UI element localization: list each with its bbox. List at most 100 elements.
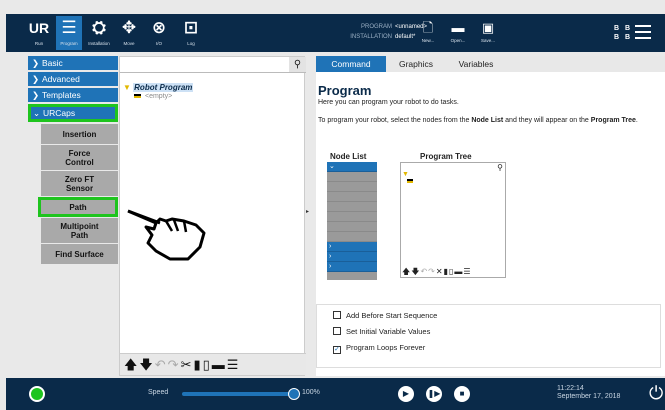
nav-basic[interactable]: ❯ Basic [28, 56, 118, 70]
speed-slider-track[interactable] [182, 392, 296, 396]
node-list-collapsed-row: › [327, 252, 377, 262]
hamburger-menu-icon[interactable] [635, 25, 651, 43]
suppress-icon: ☰ [463, 267, 472, 276]
option-loops-forever[interactable]: ✓ Program Loops Forever [333, 343, 425, 354]
instr-program-tree: Program Tree [590, 117, 636, 124]
nav-templates[interactable]: ❯ Templates [28, 88, 118, 102]
clock: 11:22:14 September 17, 2018 [557, 385, 620, 401]
clock-date: September 17, 2018 [557, 393, 621, 400]
header-bar: UR Run ☰ Program ⛭ Installation ✥ Move ⊗… [6, 14, 665, 52]
app-window: UR Run ☰ Program ⛭ Installation ✥ Move ⊗… [0, 0, 665, 410]
urcap-insertion[interactable]: Insertion [41, 124, 118, 144]
log-tab[interactable]: ⊡ Log [178, 16, 204, 50]
step-button[interactable]: ❚▶ [426, 386, 442, 402]
delete-icon[interactable]: ▬ [212, 357, 227, 372]
option-add-before-start[interactable]: Add Before Start Sequence [333, 311, 437, 320]
move-down-icon[interactable]: 🡇 [139, 357, 154, 372]
power-off-icon[interactable]: ⏻ [649, 382, 663, 404]
urcap-find-surface[interactable]: Find Surface [41, 244, 118, 264]
nav-urcaps-label: URCaps [43, 108, 76, 118]
checkbox-checked-icon[interactable]: ✓ [333, 346, 341, 354]
tree-node-robot-program[interactable]: ▼ Robot Program [123, 83, 194, 92]
empty-node-icon [407, 179, 413, 183]
speed-slider-handle[interactable] [288, 388, 300, 400]
nav-advanced-label: Advanced [42, 74, 80, 84]
stop-button[interactable]: ■ [454, 386, 470, 402]
empty-node-label: <empty> [145, 93, 173, 100]
list-item [327, 232, 377, 242]
urcap-multipoint-path[interactable]: Multipoint Path [41, 218, 118, 243]
speed-value: 100% [302, 389, 320, 396]
node-category-nav: ❯ Basic ❯ Advanced ❯ Templates ⌄ URCaps Inse… [28, 56, 118, 265]
list-item [327, 192, 377, 202]
empty-node-icon [134, 94, 141, 99]
urcap-path[interactable]: Path [38, 197, 118, 217]
node-list-collapsed-row: › [327, 262, 377, 272]
checkbox[interactable] [333, 327, 341, 335]
move-up-icon[interactable]: 🡅 [124, 357, 139, 372]
option-label: Add Before Start Sequence [346, 311, 438, 320]
panel-title: Program [318, 83, 372, 98]
footer-bar: Speed 100% ▶ ❚▶ ■ 11:22:14 September 17,… [6, 378, 665, 410]
open-button[interactable]: ▬ Open... [446, 18, 470, 43]
ur-logo-icon: UR [28, 20, 50, 36]
installation-tab[interactable]: ⛭ Installation [86, 16, 112, 50]
urcap-force-control[interactable]: Force Control [41, 145, 118, 170]
installation-key: INSTALLATION [350, 34, 392, 40]
collapse-triangle-icon: ▼ [402, 171, 409, 178]
paste-icon[interactable]: ▯ [203, 357, 212, 372]
undo-icon[interactable]: ↶ [155, 357, 168, 372]
cut-icon[interactable]: ✂ [181, 357, 194, 372]
copy-icon[interactable]: ▮ [193, 357, 202, 372]
checkbox[interactable] [333, 311, 341, 319]
redo-icon[interactable]: ↷ [168, 357, 181, 372]
search-icon[interactable]: ⚲ [289, 57, 306, 72]
program-tab[interactable]: ☰ Program [56, 16, 82, 50]
folder-icon: ▬ [451, 20, 465, 35]
nav-urcaps[interactable]: ⌄ URCaps [28, 104, 118, 122]
move-tab[interactable]: ✥ Move [116, 16, 142, 50]
new-button[interactable]: 🗋 New... [416, 18, 440, 43]
io-icon: ⊗ [151, 18, 167, 37]
io-tab[interactable]: ⊗ I/O [146, 16, 172, 50]
nav-advanced[interactable]: ❯ Advanced [28, 72, 118, 86]
tree-node-empty[interactable]: <empty> [134, 93, 172, 100]
panel-instructions: To program your robot, select the nodes … [318, 117, 638, 124]
tab-variables[interactable]: Variables [446, 56, 506, 72]
option-set-initial-values[interactable]: Set Initial Variable Values [333, 327, 430, 336]
chevron-right-icon: ❯ [32, 74, 40, 84]
move-icon: ✥ [121, 18, 137, 37]
run-tab[interactable]: UR Run [26, 16, 52, 50]
urcap-zero-ft-sensor[interactable]: Zero FT Sensor [41, 171, 118, 196]
tab-graphics[interactable]: Graphics [388, 56, 444, 72]
save-button[interactable]: ▣ Save... [476, 18, 500, 43]
urcap-zero-ft-sensor-label: Zero FT Sensor [64, 174, 95, 193]
node-list-label: Node List [330, 152, 367, 161]
robot-power-status-icon[interactable] [29, 386, 45, 402]
command-panel: Command Graphics Variables Program Here … [316, 56, 665, 376]
new-file-icon: 🗋 [422, 20, 434, 35]
nav-basic-label: Basic [42, 58, 63, 68]
list-item [327, 182, 377, 192]
instr-part-1: To program your robot, select the nodes … [318, 117, 470, 124]
suppress-icon[interactable]: ☰ [227, 357, 241, 372]
tab-command[interactable]: Command [316, 56, 386, 72]
node-list-illustration: ⌄ › › › [327, 162, 377, 280]
urcap-multipoint-path-label: Multipoint Path [60, 221, 99, 240]
node-list-expanded-row: ⌄ [327, 162, 377, 172]
chevron-right-icon: ❯ [32, 90, 40, 100]
panel-intro: Here you can program your robot to do ta… [318, 99, 459, 106]
option-label: Program Loops Forever [346, 343, 426, 352]
play-button[interactable]: ▶ [398, 386, 414, 402]
program-tree-illustration-toolbar: 🡅🡇↶↷✕▮▯▬☰ [400, 266, 506, 278]
tree-search-input[interactable]: ⚲ [120, 57, 306, 73]
program-key: PROGRAM [360, 24, 392, 30]
cut-icon: ✕ [435, 267, 444, 276]
collapse-triangle-icon[interactable]: ▼ [123, 83, 131, 92]
nav-templates-label: Templates [42, 90, 81, 100]
panel-divider-arrow-icon[interactable]: ▸ [306, 208, 309, 215]
list-item [327, 172, 377, 182]
robot-program-label: Robot Program [133, 83, 194, 92]
move-up-icon: 🡅 [402, 267, 412, 276]
program-info-keys: PROGRAM INSTALLATION [312, 22, 392, 42]
